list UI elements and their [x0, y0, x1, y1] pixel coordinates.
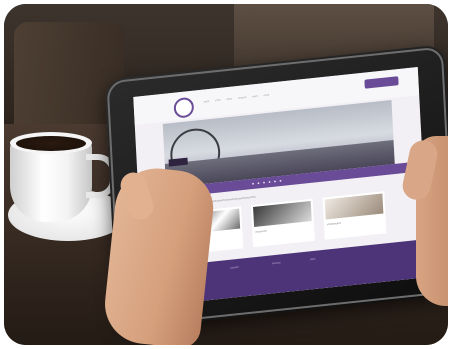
- photo: ▭▭ ▭▭ ▭▭ ▭▭▭ ▭▭ ▭▭ ● ● ● ● ● ● ▭▭▭▭▭▭▭▭▭…: [4, 4, 448, 345]
- footer-column: ▭▭▭: [230, 264, 239, 270]
- website-nav-links: ▭▭ ▭▭ ▭▭ ▭▭▭ ▭▭ ▭▭: [203, 92, 274, 104]
- website-card: ▭▭▭▭: [250, 198, 315, 248]
- card-title: ▭▭▭▭▭: [326, 220, 342, 227]
- nav-link: ▭▭: [263, 92, 270, 98]
- card-title: ▭▭▭▭: [255, 228, 267, 234]
- nav-link: ▭▭: [203, 99, 210, 104]
- nav-link: ▭▭: [214, 97, 221, 103]
- website-card: ▭▭▭▭▭: [322, 191, 387, 240]
- nav-link: ▭▭: [252, 93, 258, 99]
- footer-column: ▭▭▭: [271, 260, 281, 266]
- nav-link: ▭▭: [226, 96, 233, 102]
- card-image: [253, 200, 312, 228]
- nav-link: ▭▭▭: [237, 95, 247, 101]
- coffee-surface: [16, 136, 86, 151]
- photo-frame: ▭▭ ▭▭ ▭▭ ▭▭▭ ▭▭ ▭▭ ● ● ● ● ● ● ▭▭▭▭▭▭▭▭▭…: [0, 0, 452, 349]
- card-image: [324, 193, 384, 220]
- nav-button: [364, 76, 399, 89]
- footer-column: ▭▭: [309, 256, 316, 262]
- website-logo: [173, 96, 195, 119]
- left-hand: [101, 164, 217, 345]
